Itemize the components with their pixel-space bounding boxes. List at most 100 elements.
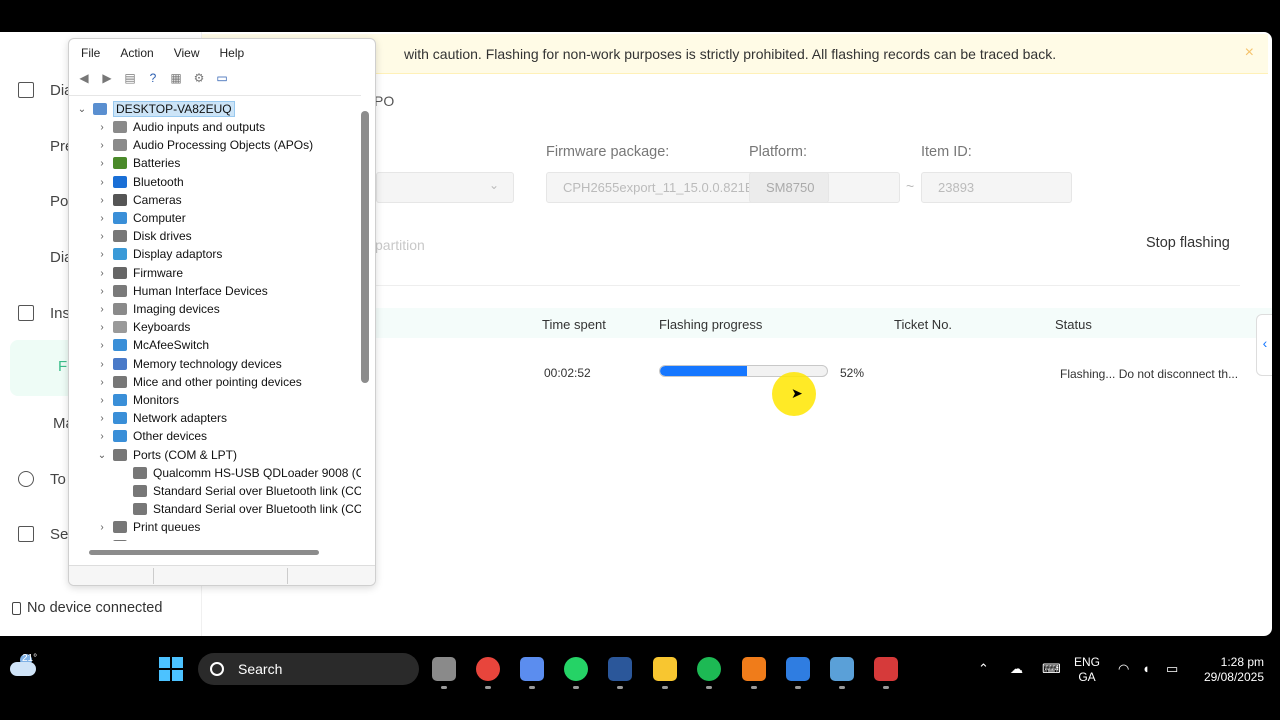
volume-icon[interactable]: ◖ (1142, 661, 1150, 676)
chevron-right-icon[interactable]: › (95, 268, 109, 279)
tree-item-category[interactable]: › Disk drives (95, 227, 191, 245)
onedrive-icon[interactable]: ☁ (1010, 661, 1023, 677)
device-category-icon (113, 321, 127, 333)
red-app-icon[interactable] (874, 657, 898, 681)
chevron-right-icon[interactable]: › (95, 322, 109, 333)
tree-item-category[interactable]: › Bluetooth (95, 173, 183, 191)
chevron-right-icon[interactable]: › (95, 359, 109, 370)
device-view-icon[interactable]: ▦ (167, 70, 185, 86)
device-manager-window: File Action View Help ◀ ▶ ▤ ? ▦ ⚙ ▭ ⌄ DES… (68, 38, 376, 586)
sidebar-item-tools[interactable]: To (18, 467, 66, 491)
wifi-icon[interactable]: ◠ (1118, 661, 1129, 677)
sidebar-item-diagnostic[interactable]: Dia (18, 78, 73, 102)
vertical-scrollbar[interactable] (361, 111, 369, 383)
language-indicator[interactable]: ENG GA (1074, 655, 1100, 685)
chevron-right-icon[interactable]: › (95, 286, 109, 297)
chevron-up-icon[interactable]: ⌃ (978, 661, 989, 677)
chevron-right-icon[interactable]: › (95, 431, 109, 442)
chevron-right-icon[interactable]: › (95, 195, 109, 206)
chevron-right-icon[interactable]: › (95, 213, 109, 224)
chevron-right-icon[interactable]: › (95, 304, 109, 315)
device-manager-app-icon[interactable] (830, 657, 854, 681)
file-explorer-icon[interactable] (653, 657, 677, 681)
tree-item-category[interactable]: › Memory technology devices (95, 355, 281, 373)
device-status-text: No device connected (27, 600, 163, 616)
tree-item-category[interactable]: ⌄ Ports (COM & LPT) (95, 446, 237, 464)
tree-item-category[interactable]: › Print queues (95, 518, 200, 536)
tree-item-category[interactable]: › Monitors (95, 391, 179, 409)
menu-help[interactable]: Help (220, 46, 245, 60)
task-view-icon[interactable] (432, 657, 456, 681)
tree-item-port[interactable]: Standard Serial over Bluetooth link (CC (133, 482, 361, 500)
tree-item-category[interactable]: › Firmware (95, 264, 183, 282)
tree-item-category[interactable]: › Computer (95, 209, 185, 227)
menu-action[interactable]: Action (120, 46, 153, 60)
monitor-icon[interactable]: ▭ (213, 70, 231, 86)
word-icon[interactable] (608, 657, 632, 681)
tree-item-category[interactable]: › Display adaptors (95, 245, 222, 263)
row-time-spent: 00:02:52 (544, 366, 591, 380)
flash-tool-icon[interactable] (786, 657, 810, 681)
stop-flashing-button[interactable]: Stop flashing (1138, 228, 1238, 258)
tree-item-category[interactable]: › Audio Processing Objects (APOs) (95, 136, 313, 154)
partition-option[interactable]: partition (375, 237, 425, 253)
chevron-right-icon[interactable]: › (95, 413, 109, 424)
sidebar-item-settings[interactable]: Se (18, 522, 68, 546)
chevron-down-icon[interactable]: ⌄ (95, 450, 109, 461)
app-dots-icon[interactable] (742, 657, 766, 681)
tree-item-category[interactable]: › Human Interface Devices (95, 282, 267, 300)
chevron-down-icon[interactable]: ⌄ (75, 104, 89, 115)
copilot-m365-icon[interactable] (520, 657, 544, 681)
tools-icon (18, 471, 34, 487)
device-connection-status: No device connected (12, 600, 162, 616)
whatsapp-icon[interactable] (564, 657, 588, 681)
tree-item-port[interactable]: Standard Serial over Bluetooth link (CC (133, 500, 361, 518)
chrome-icon[interactable] (476, 657, 500, 681)
properties-icon[interactable]: ▤ (121, 70, 139, 86)
sidebar-item-install[interactable]: Inst (18, 301, 74, 325)
chevron-right-icon[interactable]: › (95, 340, 109, 351)
menu-view[interactable]: View (174, 46, 200, 60)
close-icon[interactable]: × (1245, 44, 1254, 62)
tree-item-category[interactable]: › Imaging devices (95, 300, 219, 318)
search-icon (210, 662, 224, 676)
chevron-right-icon[interactable]: › (95, 377, 109, 388)
tree-item-category[interactable]: › Network adapters (95, 409, 227, 427)
collapse-panel-tab[interactable]: ‹ (1256, 314, 1272, 376)
chevron-right-icon[interactable]: › (95, 122, 109, 133)
tree-item-category[interactable]: › Cameras (95, 191, 181, 209)
tree-root[interactable]: ⌄ DESKTOP-VA82EUQ (75, 100, 235, 118)
tree-item-category[interactable]: › Batteries (95, 154, 180, 172)
clock[interactable]: 1:28 pm 29/08/2025 (1196, 655, 1264, 685)
tree-item-category[interactable]: › Keyboards (95, 318, 190, 336)
device-category-icon (133, 485, 147, 497)
spotify-icon[interactable] (697, 657, 721, 681)
horizontal-scrollbar[interactable] (89, 550, 319, 555)
chevron-right-icon[interactable]: › (95, 158, 109, 169)
tree-item-category[interactable]: › McAfeeSwitch (95, 336, 209, 354)
chevron-right-icon[interactable]: › (95, 522, 109, 533)
tree-item-category[interactable]: › Printers (95, 537, 174, 541)
chevron-right-icon[interactable]: › (95, 541, 109, 542)
taskbar-search[interactable]: Search (198, 653, 419, 685)
chevron-right-icon[interactable]: › (95, 395, 109, 406)
chevron-right-icon[interactable]: › (95, 231, 109, 242)
keyboard-icon[interactable]: ⌨ (1042, 661, 1061, 677)
model-select[interactable]: ⌄ (376, 172, 514, 203)
tree-item-category[interactable]: › Other devices (95, 427, 207, 445)
chevron-right-icon[interactable]: › (95, 249, 109, 260)
device-category-icon (113, 267, 127, 279)
firmware-field: CPH2655export_11_15.0.0.821EX01 (546, 172, 900, 203)
chevron-right-icon[interactable]: › (95, 177, 109, 188)
menu-file[interactable]: File (81, 46, 100, 60)
start-button[interactable] (159, 657, 183, 681)
chevron-right-icon[interactable]: › (95, 140, 109, 151)
back-icon[interactable]: ◀ (75, 70, 93, 86)
tree-item-port[interactable]: Qualcomm HS-USB QDLoader 9008 (CC (133, 464, 361, 482)
tree-item-category[interactable]: › Audio inputs and outputs (95, 118, 265, 136)
forward-icon[interactable]: ▶ (98, 70, 116, 86)
battery-icon[interactable]: ▭ (1166, 661, 1178, 677)
update-driver-icon[interactable]: ⚙ (190, 70, 208, 86)
tree-item-category[interactable]: › Mice and other pointing devices (95, 373, 301, 391)
help-icon[interactable]: ? (144, 70, 162, 86)
